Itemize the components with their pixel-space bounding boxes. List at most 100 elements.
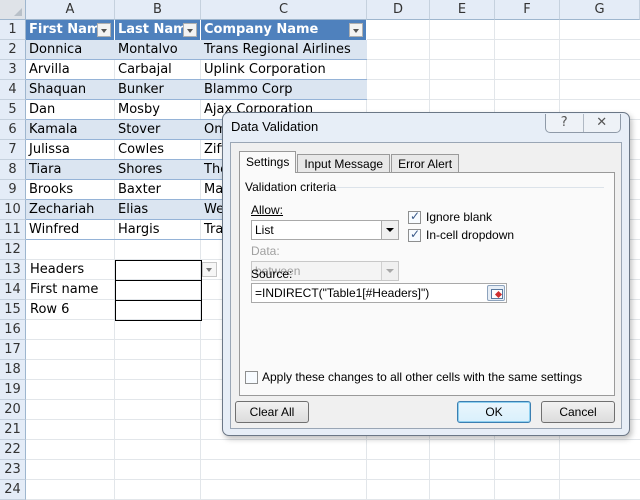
clear-all-button[interactable]: Clear All [235,401,309,423]
table-cell[interactable]: Carbajal [115,60,201,80]
table-cell[interactable]: Kamala [26,120,115,140]
table-header-cell[interactable]: Last Name [115,20,201,40]
row-header-9[interactable]: 9 [0,180,26,200]
row-header-14[interactable]: 14 [0,280,26,300]
tab-bar: Settings Input Message Error Alert [239,151,460,173]
table-cell[interactable]: Mosby [115,100,201,120]
gridline [26,479,640,480]
table-cell[interactable]: Brooks [26,180,115,200]
row-header-10[interactable]: 10 [0,200,26,220]
table-cell[interactable]: Winfred [26,220,115,240]
table-cell[interactable]: Julissa [26,140,115,160]
filter-dropdown-icon[interactable] [183,23,197,37]
cell-b14[interactable] [115,280,202,301]
row-header-22[interactable]: 22 [0,440,26,460]
row-header-18[interactable]: 18 [0,360,26,380]
cell-dropdown-button[interactable] [202,262,217,277]
select-all-button[interactable] [0,0,26,20]
gridline [26,439,640,440]
tab-input-message[interactable]: Input Message [297,154,391,173]
row-header-17[interactable]: 17 [0,340,26,360]
cell-a15[interactable]: Row 6 [27,300,115,320]
cancel-button[interactable]: Cancel [541,401,615,423]
column-header-c[interactable]: C [201,0,367,20]
table-cell[interactable]: Zechariah [26,200,115,220]
cell-a13[interactable]: Headers [27,260,115,280]
ignore-blank-checkbox[interactable] [408,209,421,224]
table-cell[interactable]: Shaquan [26,80,115,100]
table-cell[interactable]: Donnica [26,40,115,60]
collapse-dialog-icon[interactable] [487,285,505,301]
row-header-1[interactable]: 1 [0,20,26,40]
apply-all-label: Apply these changes to all other cells w… [262,370,583,384]
row-header-23[interactable]: 23 [0,460,26,480]
table-cell[interactable]: Arvilla [26,60,115,80]
chevron-down-icon[interactable] [381,221,398,239]
table-cell[interactable]: Blammo Corp [201,80,367,100]
column-header-e[interactable]: E [430,0,495,20]
row-header-15[interactable]: 15 [0,300,26,320]
validation-criteria-label: Validation criteria [245,180,337,194]
row-header-20[interactable]: 20 [0,400,26,420]
ok-button[interactable]: OK [457,401,531,423]
row-header-11[interactable]: 11 [0,220,26,240]
row-header-4[interactable]: 4 [0,80,26,100]
source-label: Source: [251,267,293,281]
chevron-down-icon [381,262,398,280]
filter-dropdown-icon[interactable] [97,23,111,37]
table-cell[interactable]: Tiara [26,160,115,180]
table-cell[interactable]: Stover [115,120,201,140]
column-header-f[interactable]: F [495,0,560,20]
help-icon[interactable]: ? [546,114,583,132]
tab-error-alert[interactable]: Error Alert [391,154,460,173]
row-header-24[interactable]: 24 [0,480,26,500]
row-header-2[interactable]: 2 [0,40,26,60]
in-cell-dropdown-label: In-cell dropdown [426,228,515,242]
group-divider [336,187,604,188]
row-header-5[interactable]: 5 [0,100,26,120]
row-header-21[interactable]: 21 [0,420,26,440]
column-header-g[interactable]: G [560,0,640,20]
column-header-b[interactable]: B [115,0,201,20]
cell-b13-selected[interactable] [115,260,202,281]
data-label: Data: [251,244,280,258]
table-cell[interactable]: Elias [115,200,201,220]
row-header-16[interactable]: 16 [0,320,26,340]
table-cell[interactable]: Hargis [115,220,201,240]
row-header-6[interactable]: 6 [0,120,26,140]
apply-all-checkbox[interactable] [245,371,258,384]
table-cell[interactable]: Bunker [115,80,201,100]
table-cell[interactable]: Dan [26,100,115,120]
table-cell[interactable]: Uplink Corporation [201,60,367,80]
row-header-12[interactable]: 12 [0,240,26,260]
cell-a14[interactable]: First name [27,280,115,300]
table-header-cell[interactable]: Company Name [201,20,367,40]
row-header-19[interactable]: 19 [0,380,26,400]
table-cell[interactable]: Baxter [115,180,201,200]
filter-dropdown-icon[interactable] [349,23,363,37]
title-buttons: ? ✕ [545,114,621,133]
data-validation-dialog: Data Validation ? ✕ Settings Input Messa… [222,112,630,436]
column-header-d[interactable]: D [367,0,430,20]
table-cell[interactable]: Montalvo [115,40,201,60]
cell-b15[interactable] [115,300,202,321]
tab-settings[interactable]: Settings [239,151,297,173]
row-header-8[interactable]: 8 [0,160,26,180]
row-header-13[interactable]: 13 [0,260,26,280]
row-header-7[interactable]: 7 [0,140,26,160]
gridline [26,459,640,460]
row-header-3[interactable]: 3 [0,60,26,80]
allow-select[interactable]: List [251,220,399,240]
in-cell-dropdown-checkbox[interactable] [408,227,421,242]
settings-panel: Validation criteria Allow: List Data: be… [239,172,615,396]
close-icon[interactable]: ✕ [582,114,621,132]
table-cell[interactable]: Cowles [115,140,201,160]
column-header-a[interactable]: A [26,0,115,20]
table-cell[interactable]: Shores [115,160,201,180]
table-header-cell[interactable]: First Name [26,20,115,40]
allow-label: Allow: [251,203,284,217]
source-input[interactable]: =INDIRECT("Table1[#Headers]") [251,283,507,303]
table-cell[interactable]: Trans Regional Airlines [201,40,367,60]
dialog-body: Settings Input Message Error Alert Valid… [230,142,622,429]
table-header-label: Company Name [204,22,319,37]
